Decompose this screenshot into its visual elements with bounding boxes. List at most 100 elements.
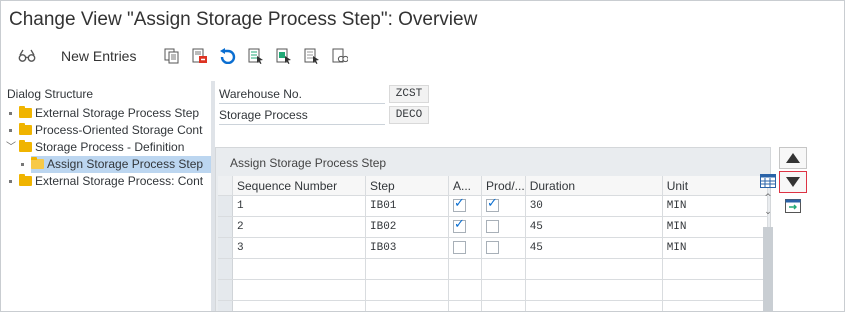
scroll-up-icon[interactable]: ^ (761, 193, 775, 205)
tree-item-storage-process-definition[interactable]: ﹀ Storage Process - Definition (1, 139, 211, 156)
cell-sequence-number[interactable]: 2 (232, 216, 366, 238)
cell-prod[interactable] (481, 237, 526, 259)
cell-step[interactable]: IB02 (365, 216, 449, 238)
cell-unit[interactable]: MIN (662, 195, 769, 217)
select-block-icon[interactable] (274, 46, 294, 66)
cell-a[interactable] (448, 195, 482, 217)
empty-cell[interactable] (525, 258, 663, 280)
row-selector[interactable] (218, 237, 233, 259)
tree-item-label: Storage Process - Definition (35, 140, 185, 154)
cell-sequence-number[interactable]: 1 (232, 195, 366, 217)
position-up-button[interactable] (779, 147, 807, 169)
cell-a[interactable] (448, 216, 482, 238)
sap-window: Change View "Assign Storage Process Step… (0, 0, 845, 312)
vertical-scrollbar[interactable]: ^ ⌄ (761, 193, 775, 311)
deselect-all-icon[interactable] (302, 46, 322, 66)
cell-step[interactable]: IB01 (365, 195, 449, 217)
empty-cell[interactable] (481, 279, 526, 301)
details-icon[interactable] (330, 46, 350, 66)
checkbox[interactable] (453, 241, 466, 255)
row-selector[interactable] (218, 195, 233, 217)
side-buttons (779, 147, 811, 219)
empty-cell[interactable] (525, 300, 663, 311)
checkbox[interactable] (486, 241, 499, 255)
dialog-structure-header: Dialog Structure (7, 87, 94, 101)
cell-step[interactable]: IB03 (365, 237, 449, 259)
copy-icon[interactable] (162, 46, 182, 66)
empty-table-row[interactable] (218, 258, 769, 280)
empty-cell[interactable] (365, 300, 449, 311)
col-step[interactable]: Step (365, 176, 449, 196)
select-all-icon[interactable] (246, 46, 266, 66)
tree-item-external-storage-process-cont[interactable]: External Storage Process: Cont (1, 173, 211, 190)
window-title: Change View "Assign Storage Process Step… (9, 9, 478, 30)
row-selector[interactable] (218, 300, 233, 311)
tree-item-process-oriented-storage-cont[interactable]: Process-Oriented Storage Cont (1, 122, 211, 139)
tree-item-external-storage-process-step[interactable]: External Storage Process Step (1, 105, 211, 122)
undo-icon[interactable] (218, 46, 238, 66)
position-down-button[interactable] (779, 171, 807, 193)
cell-duration[interactable]: 45 (525, 216, 663, 238)
position-icon[interactable] (779, 195, 807, 217)
table-row[interactable]: 3 IB03 45 MIN (218, 237, 769, 259)
bullet-icon (9, 180, 12, 183)
cell-prod[interactable] (481, 216, 526, 238)
cell-unit[interactable]: MIN (662, 216, 769, 238)
checkbox[interactable] (453, 217, 466, 234)
empty-cell[interactable] (232, 258, 366, 280)
empty-cell[interactable] (448, 279, 482, 301)
checkbox[interactable] (453, 196, 466, 213)
warehouse-label: Warehouse No. (219, 85, 385, 104)
row-selector[interactable] (218, 258, 233, 280)
empty-cell[interactable] (448, 258, 482, 280)
select-all-cell[interactable] (218, 176, 233, 196)
table-header-row: Sequence Number Step A... Prod/... Durat… (218, 176, 769, 196)
glasses-icon[interactable] (17, 46, 37, 66)
empty-cell[interactable] (662, 300, 769, 311)
new-entries-button[interactable]: New Entries (61, 48, 136, 64)
warehouse-value[interactable]: ZCST (389, 85, 429, 103)
row-selector[interactable] (218, 279, 233, 301)
empty-cell[interactable] (365, 279, 449, 301)
col-a[interactable]: A... (448, 176, 482, 196)
tree-item-label: Assign Storage Process Step (47, 157, 204, 171)
delete-icon[interactable] (190, 46, 210, 66)
cell-a[interactable] (448, 237, 482, 259)
bullet-icon (9, 129, 12, 132)
empty-cell[interactable] (481, 258, 526, 280)
scroll-down-icon[interactable]: ⌄ (761, 207, 775, 219)
bullet-icon (9, 112, 12, 115)
col-prod[interactable]: Prod/... (481, 176, 526, 196)
empty-cell[interactable] (232, 279, 366, 301)
tree-item-assign-storage-process-step[interactable]: Assign Storage Process Step (1, 156, 211, 173)
table-row[interactable]: 2IB02 45MIN (218, 216, 769, 238)
cell-prod[interactable] (481, 195, 526, 217)
cell-unit[interactable]: MIN (662, 237, 769, 259)
cell-duration[interactable]: 30 (525, 195, 663, 217)
empty-cell[interactable] (525, 279, 663, 301)
open-folder-icon (31, 157, 44, 169)
checkbox[interactable] (486, 196, 499, 213)
storage-process-value[interactable]: DECO (389, 106, 429, 124)
chevron-down-icon[interactable]: ﹀ (6, 139, 16, 156)
table-settings-icon[interactable] (760, 174, 776, 188)
col-unit[interactable]: Unit (662, 176, 769, 196)
empty-cell[interactable] (448, 300, 482, 311)
empty-cell[interactable] (481, 300, 526, 311)
empty-table-row[interactable] (218, 300, 769, 311)
table-row[interactable]: 1IB01 30MIN (218, 195, 769, 217)
empty-table-row[interactable] (218, 279, 769, 301)
cell-duration[interactable]: 45 (525, 237, 663, 259)
row-selector[interactable] (218, 216, 233, 238)
empty-cell[interactable] (365, 258, 449, 280)
empty-cell[interactable] (232, 300, 366, 311)
empty-cell[interactable] (662, 279, 769, 301)
col-sequence-number[interactable]: Sequence Number (232, 176, 366, 196)
cell-sequence-number[interactable]: 3 (232, 237, 366, 259)
tree-item-label: Process-Oriented Storage Cont (35, 123, 203, 137)
tree-item-label: External Storage Process: Cont (35, 174, 204, 188)
scroll-track[interactable] (763, 227, 773, 311)
col-duration[interactable]: Duration (525, 176, 663, 196)
checkbox[interactable] (486, 220, 499, 234)
empty-cell[interactable] (662, 258, 769, 280)
